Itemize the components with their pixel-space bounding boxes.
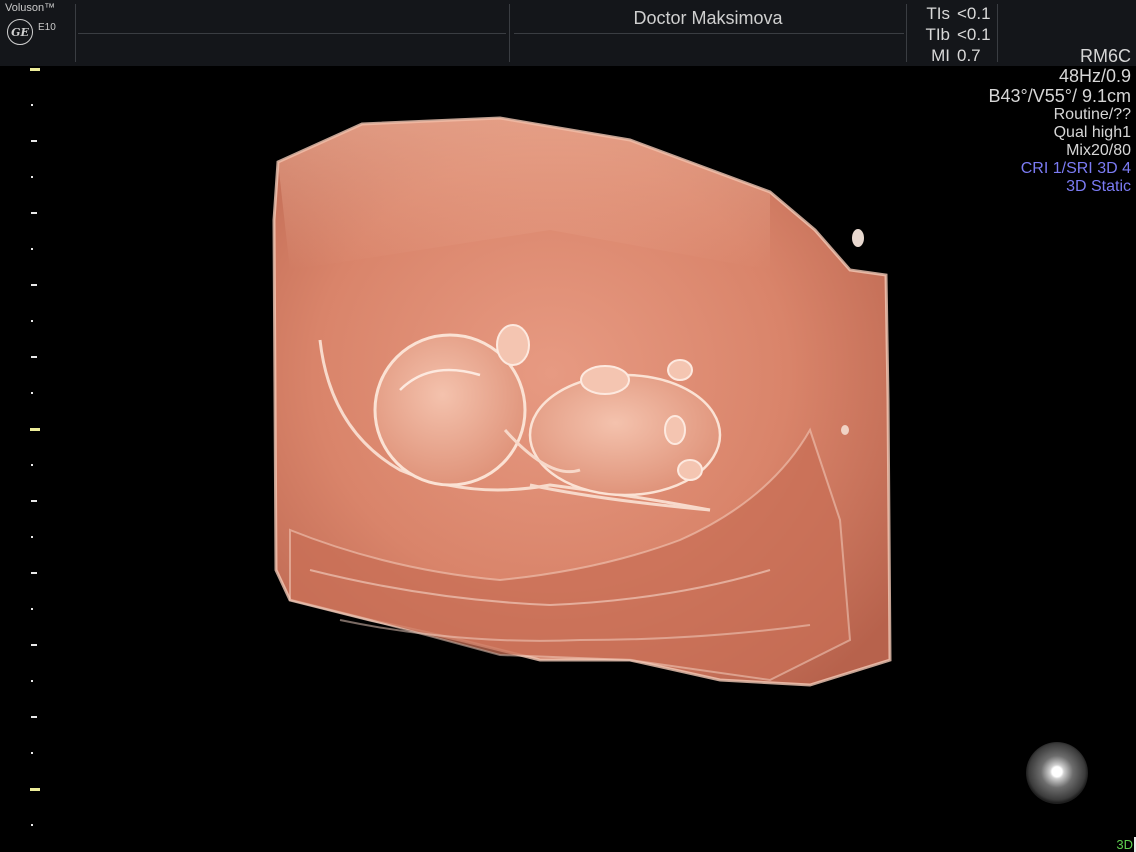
depth-scale-tick — [31, 824, 33, 826]
mechanical-index: MI 0.7 — [912, 45, 991, 66]
brand-area: Voluson™ GE E10 — [0, 0, 74, 66]
operator-name: Doctor Maksimova — [633, 8, 783, 28]
depth-scale-tick — [30, 788, 40, 791]
depth-scale-tick — [31, 680, 33, 682]
thermal-index-bone: TIb <0.1 — [912, 24, 991, 45]
fetal-limb — [667, 359, 693, 381]
depth-scale-tick — [30, 428, 40, 431]
tissue-speck — [852, 229, 864, 247]
depth-scale-tick — [31, 392, 33, 394]
mode-indicator: 3D — [1116, 837, 1133, 852]
fetal-limb — [580, 365, 630, 395]
probe-label: RM6C — [1079, 46, 1131, 66]
header-divider — [906, 4, 907, 62]
safety-value: <0.1 — [957, 25, 991, 44]
fetal-limb — [664, 415, 686, 445]
depth-scale-tick — [30, 68, 40, 71]
tissue-speck — [841, 425, 849, 435]
header-rule — [514, 33, 904, 34]
depth-scale-tick — [31, 140, 37, 142]
preset-label: Routine/?? — [1053, 106, 1131, 123]
thermal-index-soft: TIs <0.1 — [912, 3, 991, 24]
safety-label: TIb — [925, 25, 950, 44]
depth-scale-tick — [31, 608, 33, 610]
header-divider — [75, 4, 76, 62]
header-divider — [509, 4, 510, 62]
safety-label: MI — [931, 46, 950, 65]
safety-value: <0.1 — [957, 4, 991, 23]
render-mode-label: 3D Static — [1066, 178, 1131, 195]
volume-render-image — [272, 116, 892, 687]
frame-rate: 48Hz/0.9 — [1058, 66, 1131, 86]
depth-scale-tick — [31, 320, 33, 322]
depth-scale-tick — [31, 176, 33, 178]
depth-scale-tick — [31, 356, 37, 358]
depth-scale-tick — [31, 644, 37, 646]
cri-label: CRI 1/SRI 3D 4 — [1020, 160, 1131, 177]
safety-label: TIs — [926, 4, 950, 23]
model-name: E10 — [38, 22, 56, 33]
header-bar: Voluson™ GE E10 Doctor Maksimova TIs <0.… — [0, 0, 1136, 66]
depth-scale-tick — [31, 500, 37, 502]
ge-logo-icon: GE — [7, 19, 33, 45]
depth-scale — [28, 66, 42, 846]
safety-indices: TIs <0.1 TIb <0.1 MI 0.7 — [912, 3, 991, 66]
header-rule — [78, 33, 506, 34]
depth-scale-tick — [31, 536, 33, 538]
fetal-limb — [677, 459, 703, 481]
depth-scale-tick — [31, 752, 33, 754]
fetal-limb — [496, 324, 530, 366]
safety-value: 0.7 — [957, 46, 981, 65]
depth-scale-tick — [31, 212, 37, 214]
mix-label: Mix20/80 — [1066, 142, 1131, 159]
depth-scale-tick — [31, 572, 37, 574]
volume-geometry: B43°/V55°/ 9.1cm — [988, 86, 1131, 106]
brand-name: Voluson™ — [5, 2, 56, 14]
depth-scale-tick — [31, 464, 33, 466]
depth-scale-tick — [31, 284, 37, 286]
depth-scale-tick — [31, 104, 33, 106]
orientation-sphere-icon[interactable] — [1026, 742, 1088, 804]
acquisition-parameters: RM6C 48Hz/0.9 B43°/V55°/ 9.1cm Routine/?… — [989, 46, 1131, 196]
depth-scale-tick — [31, 248, 33, 250]
quality-label: Qual high1 — [1053, 124, 1131, 141]
depth-scale-tick — [31, 716, 37, 718]
